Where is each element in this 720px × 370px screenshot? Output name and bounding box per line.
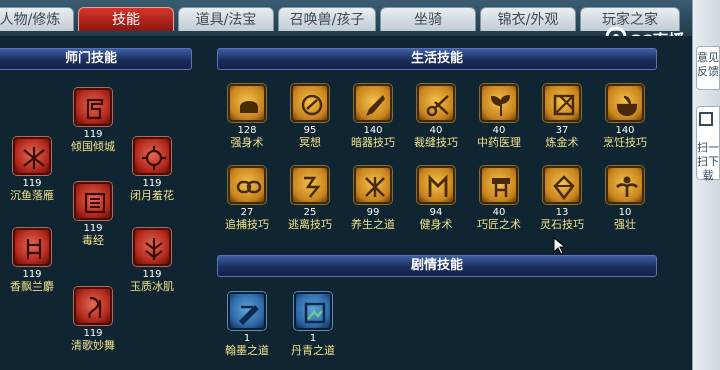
life-skill-1[interactable]: 128 强身术 xyxy=(211,84,283,150)
red-glyph-icon xyxy=(133,228,171,266)
tab-character[interactable]: 人物/修炼 xyxy=(0,7,74,31)
school-skills-header: 师门技能 xyxy=(0,48,192,70)
life-skill-8[interactable]: 27 追捕技巧 xyxy=(211,166,283,232)
life-skill-7[interactable]: 140 烹饪技巧 xyxy=(589,84,661,150)
painting-scroll-icon xyxy=(294,292,332,330)
gem-icon xyxy=(543,166,581,204)
life-skill-11[interactable]: 94 健身术 xyxy=(400,166,472,232)
life-skill-13[interactable]: 13 灵石技巧 xyxy=(526,166,598,232)
tab-pets[interactable]: 召唤兽/孩子 xyxy=(278,7,376,31)
school-skill-7[interactable]: 119 清歌妙舞 xyxy=(57,287,129,353)
red-glyph-icon xyxy=(74,287,112,325)
life-skill-14[interactable]: 10 强壮 xyxy=(589,166,661,232)
red-glyph-icon xyxy=(133,137,171,175)
skills-panel: 师门技能 生活技能 剧情技能 119 倾国倾城 119 沉鱼落雁 119 闭月羞… xyxy=(0,36,692,370)
scissors-icon xyxy=(417,84,455,122)
life-skill-5[interactable]: 40 中药医理 xyxy=(463,84,535,150)
helmet-icon xyxy=(228,84,266,122)
life-skill-12[interactable]: 40 巧匠之术 xyxy=(463,166,535,232)
qr-code-icon xyxy=(699,112,713,126)
story-skills-header: 剧情技能 xyxy=(217,255,657,277)
school-skill-6[interactable]: 119 玉质冰肌 xyxy=(116,228,188,294)
fitness-icon xyxy=(417,166,455,204)
dart-icon xyxy=(354,84,392,122)
school-skill-5[interactable]: 119 香飘兰麝 xyxy=(0,228,68,294)
feedback-tab[interactable]: 意见反馈 xyxy=(696,46,720,90)
life-skill-10[interactable]: 99 养生之道 xyxy=(337,166,409,232)
red-glyph-icon xyxy=(13,137,51,175)
meditation-icon xyxy=(291,84,329,122)
escape-icon xyxy=(291,166,329,204)
mouse-cursor-icon xyxy=(553,237,565,255)
life-skill-2[interactable]: 95 冥想 xyxy=(274,84,346,150)
life-skill-4[interactable]: 40 裁缝技巧 xyxy=(400,84,472,150)
life-skill-6[interactable]: 37 炼金术 xyxy=(526,84,598,150)
life-skills-header: 生活技能 xyxy=(217,48,657,70)
life-skill-9[interactable]: 25 逃离技巧 xyxy=(274,166,346,232)
right-sidebar: 意见反馈 扫一扫下载 xyxy=(692,0,720,370)
chain-icon xyxy=(228,166,266,204)
scan-download-label: 扫一扫下载 xyxy=(697,141,719,182)
life-skill-3[interactable]: 140 暗器技巧 xyxy=(337,84,409,150)
tab-items[interactable]: 道具/法宝 xyxy=(178,7,274,31)
story-skill-2[interactable]: 1 丹青之道 xyxy=(277,292,349,358)
tab-skills[interactable]: 技能 xyxy=(78,7,174,31)
story-skill-1[interactable]: 1 翰墨之道 xyxy=(211,292,283,358)
craftsman-icon xyxy=(480,166,518,204)
tab-mount[interactable]: 坐骑 xyxy=(380,7,476,31)
alchemy-icon xyxy=(543,84,581,122)
herb-icon xyxy=(480,84,518,122)
red-glyph-icon xyxy=(74,88,112,126)
scroll-brush-icon xyxy=(228,292,266,330)
strongman-icon xyxy=(606,166,644,204)
cooking-pot-icon xyxy=(606,84,644,122)
health-icon xyxy=(354,166,392,204)
tab-appearance[interactable]: 锦衣/外观 xyxy=(480,7,576,31)
red-glyph-icon xyxy=(13,228,51,266)
red-glyph-icon xyxy=(74,182,112,220)
